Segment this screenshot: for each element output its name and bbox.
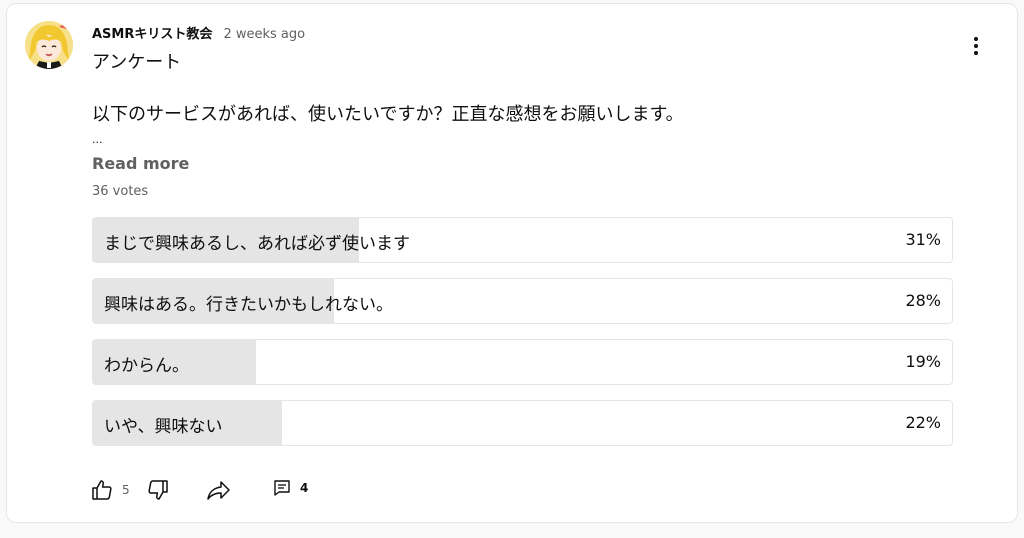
comment-icon <box>274 480 290 496</box>
more-vert-icon-dot <box>974 51 978 55</box>
poll-option-label: 興味はある。行きたいかもしれない。 <box>104 295 393 315</box>
poll-option[interactable]: まじで興味あるし、あれば必ず使います 31% <box>92 217 953 263</box>
poll-options: まじで興味あるし、あれば必ず使います 31% 興味はある。行きたいかもしれない。… <box>92 217 953 461</box>
channel-avatar[interactable] <box>25 21 73 69</box>
post-time[interactable]: 2 weeks ago <box>223 27 305 42</box>
poll-option-percent: 22% <box>905 413 941 432</box>
post-actions: 5 4 <box>90 478 330 504</box>
poll-option-label: わからん。 <box>104 356 189 376</box>
dislike-button[interactable] <box>146 478 170 502</box>
post-body: 以下のサービスがあれば、使いたいですか？正直な感想をお願いします。 <box>92 104 684 125</box>
like-count: 5 <box>122 483 130 497</box>
more-vert-icon-dot <box>974 44 978 48</box>
comments-button[interactable]: 4 <box>272 478 308 498</box>
vote-count: 36 votes <box>92 184 149 199</box>
thumb-down-icon <box>148 480 168 500</box>
channel-name[interactable]: ASMRキリスト教会 <box>92 27 212 42</box>
more-actions-button[interactable] <box>962 32 990 60</box>
share-button[interactable] <box>206 478 232 502</box>
poll-option-percent: 31% <box>905 230 941 249</box>
poll-option-percent: 28% <box>905 291 941 310</box>
poll-option-percent: 19% <box>905 352 941 371</box>
share-icon <box>207 481 230 500</box>
poll-option[interactable]: 興味はある。行きたいかもしれない。 28% <box>92 278 953 324</box>
truncation-ellipsis: ... <box>92 133 103 146</box>
thumb-up-icon <box>92 480 112 500</box>
post-title: アンケート <box>92 52 182 73</box>
more-vert-icon-dot <box>974 37 978 41</box>
poll-option[interactable]: わからん。 19% <box>92 339 953 385</box>
poll-option-label: まじで興味あるし、あれば必ず使います <box>104 234 410 254</box>
post-header: ASMRキリスト教会 2 weeks ago <box>92 23 305 43</box>
reply-count: 4 <box>300 481 309 495</box>
read-more-link[interactable]: Read more <box>92 154 189 173</box>
like-button[interactable]: 5 <box>90 478 130 502</box>
poll-option[interactable]: いや、興味ない 22% <box>92 400 953 446</box>
poll-option-label: いや、興味ない <box>104 417 223 437</box>
